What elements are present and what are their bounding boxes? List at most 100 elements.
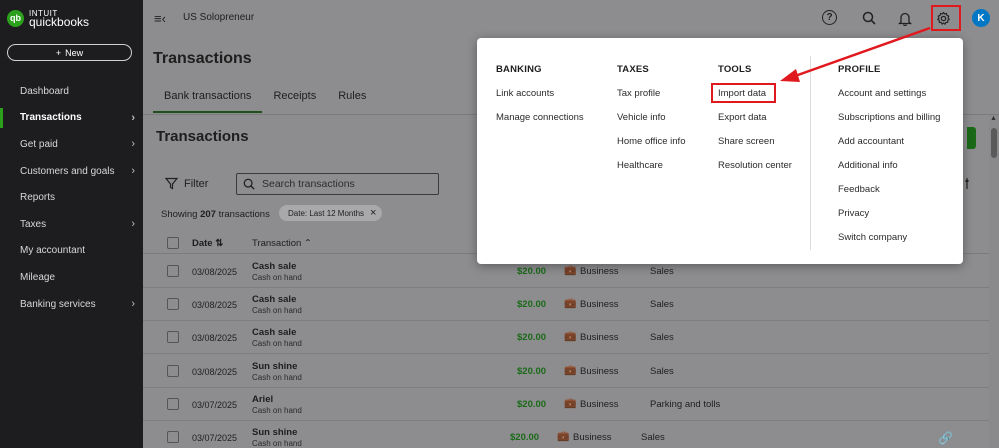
import-data-highlight-box bbox=[711, 83, 776, 103]
menu-item-link-accounts[interactable]: Link accounts bbox=[496, 88, 584, 112]
scrollbar[interactable]: ▲ bbox=[989, 115, 999, 448]
filter-button[interactable]: Filter bbox=[165, 177, 208, 190]
banking-heading: BANKING bbox=[496, 64, 542, 75]
row-checkbox[interactable] bbox=[167, 298, 179, 310]
profile-column: PROFILE Account and settings Subscriptio… bbox=[838, 64, 940, 256]
table-row[interactable]: 03/07/2025 Ariel Cash on hand $20.00 💼 B… bbox=[143, 388, 999, 421]
menu-item-manage-connections[interactable]: Manage connections bbox=[496, 112, 584, 136]
help-icon[interactable]: ? bbox=[822, 10, 837, 25]
menu-item-account-and-settings[interactable]: Account and settings bbox=[838, 88, 940, 112]
company-name: US Solopreneur bbox=[183, 12, 255, 23]
gear-highlight-box bbox=[931, 5, 961, 31]
row-checkbox[interactable] bbox=[167, 265, 179, 277]
logo-quickbooks-text: quickbooks bbox=[29, 15, 90, 29]
settings-dropdown: BANKING Link accounts Manage connections… bbox=[477, 38, 963, 264]
row-checkbox[interactable] bbox=[167, 398, 179, 410]
menu-item-resolution-center[interactable]: Resolution center bbox=[718, 160, 792, 184]
scroll-thumb[interactable] bbox=[991, 128, 997, 158]
showing-count-text: Showing 207 transactions bbox=[161, 209, 270, 220]
sidebar-item-banking-services[interactable]: Banking services › bbox=[0, 291, 143, 318]
transaction-count: 207 bbox=[200, 209, 216, 220]
chevron-right-icon: › bbox=[131, 165, 135, 178]
menu-item-healthcare[interactable]: Healthcare bbox=[617, 160, 685, 184]
tab-bank-transactions[interactable]: Bank transactions bbox=[153, 88, 263, 113]
sidebar-item-customers-and-goals[interactable]: Customers and goals › bbox=[0, 158, 143, 185]
tab-receipts[interactable]: Receipts bbox=[262, 88, 327, 113]
menu-item-tax-profile[interactable]: Tax profile bbox=[617, 88, 685, 112]
top-bar: ≡‹ US Solopreneur ? K bbox=[143, 0, 999, 38]
sidebar-item-transactions[interactable]: Transactions › bbox=[0, 105, 143, 132]
menu-collapse-icon[interactable]: ≡‹ bbox=[154, 11, 166, 26]
dropdown-divider bbox=[810, 56, 811, 250]
chevron-right-icon: › bbox=[131, 138, 135, 151]
chevron-right-icon: › bbox=[131, 298, 135, 311]
tools-heading: TOOLS bbox=[718, 64, 752, 75]
menu-item-home-office-info[interactable]: Home office info bbox=[617, 136, 685, 160]
menu-item-add-accountant[interactable]: Add accountant bbox=[838, 136, 940, 160]
table-row[interactable]: 03/07/2025 Sun shine Cash on hand $20.00… bbox=[143, 421, 999, 448]
filter-label: Filter bbox=[184, 177, 209, 190]
primary-action-button[interactable] bbox=[967, 127, 976, 149]
sidebar-item-get-paid[interactable]: Get paid › bbox=[0, 131, 143, 158]
menu-item-switch-company[interactable]: Switch company bbox=[838, 232, 940, 256]
table-row[interactable]: 03/08/2025 Cash sale Cash on hand $20.00… bbox=[143, 321, 999, 354]
sidebar-item-taxes[interactable]: Taxes › bbox=[0, 211, 143, 238]
page-title: Transactions bbox=[153, 50, 252, 67]
menu-item-privacy[interactable]: Privacy bbox=[838, 208, 940, 232]
search-icon bbox=[243, 178, 255, 190]
sidebar-nav: Dashboard Transactions › Get paid › Custom… bbox=[0, 78, 143, 317]
briefcase-icon: 💼 bbox=[564, 265, 577, 276]
menu-item-subscriptions-and-billing[interactable]: Subscriptions and billing bbox=[838, 112, 940, 136]
row-checkbox[interactable] bbox=[167, 431, 179, 443]
briefcase-icon: 💼 bbox=[557, 431, 570, 442]
menu-item-export-data[interactable]: Export data bbox=[718, 112, 792, 136]
date-filter-chip[interactable]: Date: Last 12 Months × bbox=[279, 205, 383, 221]
chevron-right-icon: › bbox=[131, 111, 135, 124]
section-title: Transactions bbox=[156, 128, 249, 145]
menu-item-feedback[interactable]: Feedback bbox=[838, 184, 940, 208]
profile-heading: PROFILE bbox=[838, 64, 881, 75]
table-row[interactable]: 03/08/2025 Sun shine Cash on hand $20.00… bbox=[143, 355, 999, 388]
sidebar-item-dashboard[interactable]: Dashboard bbox=[0, 78, 143, 105]
tab-bar: Bank transactions Receipts Rules bbox=[153, 88, 377, 113]
taxes-column: TAXES Tax profile Vehicle info Home offi… bbox=[617, 64, 685, 184]
avatar[interactable]: K bbox=[972, 9, 990, 27]
sort-icon: ⇅ bbox=[215, 238, 224, 249]
plus-icon: + bbox=[55, 47, 62, 58]
filter-icon bbox=[165, 177, 178, 190]
menu-item-share-screen[interactable]: Share screen bbox=[718, 136, 792, 160]
sort-icon: ⌃ bbox=[303, 238, 312, 249]
sidebar: qb INTUIT quickbooks + New Dashboard Tra… bbox=[0, 0, 143, 448]
sidebar-item-reports[interactable]: Reports bbox=[0, 184, 143, 211]
banking-column: BANKING Link accounts Manage connections bbox=[496, 64, 584, 136]
column-header-date[interactable]: Date ⇅ bbox=[192, 238, 223, 249]
select-all-checkbox[interactable] bbox=[167, 237, 179, 249]
menu-item-additional-info[interactable]: Additional info bbox=[838, 160, 940, 184]
briefcase-icon: 💼 bbox=[564, 298, 577, 309]
scroll-up-icon[interactable]: ▲ bbox=[990, 115, 997, 122]
row-checkbox[interactable] bbox=[167, 331, 179, 343]
briefcase-icon: 💼 bbox=[564, 331, 577, 342]
briefcase-icon: 💼 bbox=[564, 365, 577, 376]
search-input[interactable] bbox=[262, 178, 432, 190]
search-transactions-box[interactable] bbox=[236, 173, 439, 195]
briefcase-icon: 💼 bbox=[564, 398, 577, 409]
sidebar-item-mileage[interactable]: Mileage bbox=[0, 264, 143, 291]
tab-rules[interactable]: Rules bbox=[327, 88, 377, 113]
link-icon[interactable]: 🔗 bbox=[938, 431, 953, 445]
search-icon[interactable] bbox=[860, 9, 878, 27]
chevron-right-icon: › bbox=[131, 218, 135, 231]
sidebar-item-my-accountant[interactable]: My accountant bbox=[0, 238, 143, 265]
quickbooks-logo[interactable]: qb INTUIT quickbooks bbox=[7, 9, 90, 29]
date-chip-label: Date: Last 12 Months bbox=[288, 208, 365, 218]
column-header-transaction[interactable]: Transaction ⌃ bbox=[252, 238, 312, 249]
new-button-label: New bbox=[65, 47, 84, 58]
menu-item-vehicle-info[interactable]: Vehicle info bbox=[617, 112, 685, 136]
row-checkbox[interactable] bbox=[167, 365, 179, 377]
taxes-heading: TAXES bbox=[617, 64, 649, 75]
qb-logo-icon: qb bbox=[7, 9, 24, 27]
table-row[interactable]: 03/08/2025 Cash sale Cash on hand $20.00… bbox=[143, 288, 999, 321]
bell-icon[interactable] bbox=[896, 9, 914, 27]
new-button[interactable]: + New bbox=[7, 44, 132, 61]
close-icon[interactable]: × bbox=[370, 207, 376, 219]
